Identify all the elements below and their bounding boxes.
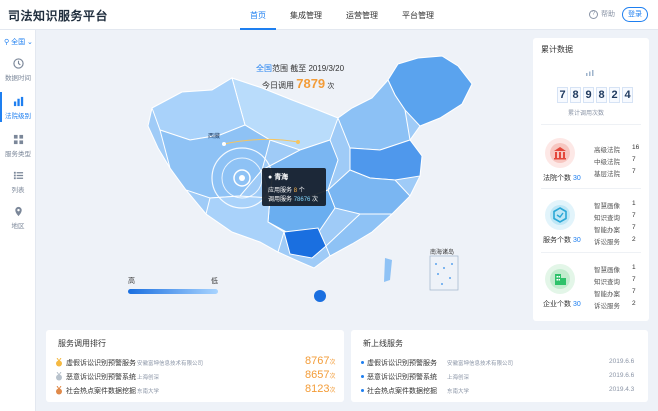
companies-row-case: 智能办案 7 <box>594 288 636 298</box>
bronze-medal-icon <box>56 386 62 395</box>
courts-row-mid: 中级法院 7 <box>594 156 636 166</box>
ranking-value: 8123次 <box>305 383 336 395</box>
counter-digit: 9 <box>583 87 594 103</box>
services-row-query: 知识查询 7 <box>594 212 636 222</box>
scope-text: 范围 截至 2019/3/20 <box>272 64 345 73</box>
mini-chart-icon <box>586 70 594 76</box>
new-service-row[interactable]: 社会热点案件数据挖掘 东南大学 2019.4.3 <box>361 385 641 397</box>
court-icon <box>545 138 575 168</box>
ranking-title: 服务调用排行 <box>58 339 106 348</box>
today-value: 7879 <box>296 76 326 91</box>
ranking-row[interactable]: 虚假诉讼识别预警服务 安徽富坤信息技术有限公司 8767次 <box>55 355 339 369</box>
courts-caption: 法院个数 30 <box>543 175 581 182</box>
today-label: 今日调用 <box>262 81 294 90</box>
bullet-icon <box>361 375 364 378</box>
company-icon <box>545 264 575 294</box>
silver-medal-icon <box>56 372 62 381</box>
today-calls: 今日调用 7879 次 <box>262 76 334 91</box>
divider <box>541 252 641 253</box>
counter-digit: 4 <box>622 87 633 103</box>
province-label-xizang: 西藏 <box>208 134 221 140</box>
gold-medal-icon <box>56 358 62 367</box>
map-legend: 高 低 <box>128 276 218 294</box>
divider <box>541 188 641 189</box>
counter-digit: 8 <box>596 87 607 103</box>
ranking-row[interactable]: 恶意诉讼识别预警系统 上海创深 8657次 <box>55 369 339 383</box>
today-unit: 次 <box>327 83 335 90</box>
services-row-case: 智能办案 7 <box>594 224 636 234</box>
map-scope: 全国范围 截至 2019/3/20 <box>256 63 344 74</box>
service-icon <box>545 200 575 230</box>
south-china-sea-inset <box>429 255 459 291</box>
south-china-sea-label: 南海诸岛 <box>430 250 455 256</box>
courts-row-high: 高级法院 16 <box>594 144 640 154</box>
companies-caption: 企业个数 30 <box>543 301 581 308</box>
services-caption: 服务个数 30 <box>543 237 581 244</box>
map-tooltip: ● 青海 应用服务 8 个 调用服务 78676 次 <box>262 168 326 206</box>
tooltip-app-row: 应用服务 8 个 <box>268 188 305 194</box>
courts-row-base: 基层法院 7 <box>594 168 636 178</box>
scope-prefix: 全国 <box>256 64 272 73</box>
counter-digit: 7 <box>557 87 568 103</box>
divider <box>541 124 641 125</box>
services-row-portrait: 智慧画像 1 <box>594 200 636 210</box>
tooltip-call-row: 调用服务 78676 次 <box>268 197 319 203</box>
services-row-litigation: 诉讼服务 2 <box>594 236 636 246</box>
total-calls-counter: 7 8 9 8 2 4 <box>557 87 635 103</box>
tooltip-title: ● 青海 <box>268 174 289 181</box>
ranking-row[interactable]: 社会热点案件数据挖掘 东南大学 8123次 <box>55 383 339 397</box>
bullet-icon <box>361 389 364 392</box>
companies-row-portrait: 智慧画像 1 <box>594 264 636 274</box>
hainan-island <box>314 290 326 302</box>
companies-row-query: 知识查询 7 <box>594 276 636 286</box>
legend-low: 低 <box>211 278 218 285</box>
companies-row-litigation: 诉讼服务 2 <box>594 300 636 310</box>
legend-gradient-bar <box>128 289 218 294</box>
counter-digit: 8 <box>570 87 581 103</box>
legend-high: 高 <box>128 278 135 285</box>
bullet-icon <box>361 361 364 364</box>
new-service-row[interactable]: 恶意诉讼识别预警系统 上海创深 2019.6.6 <box>361 371 641 383</box>
new-service-row[interactable]: 虚假诉讼识别预警服务 安徽富坤信息技术有限公司 2019.6.6 <box>361 357 641 369</box>
new-services-title: 新上线服务 <box>363 339 403 348</box>
counter-caption: 累计调用次数 <box>568 111 605 117</box>
ranking-value: 8767次 <box>305 355 336 367</box>
stats-title: 累计数据 <box>541 45 573 54</box>
ranking-value: 8657次 <box>305 369 336 381</box>
counter-digit: 2 <box>609 87 620 103</box>
